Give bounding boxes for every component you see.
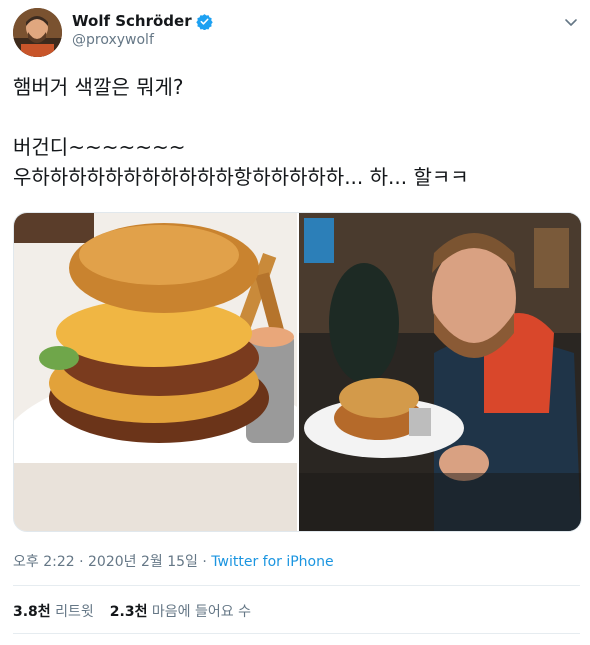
tweet-media[interactable] [13,212,582,532]
divider [13,585,580,586]
divider-bottom [13,633,580,634]
retweets-stat[interactable]: 3.8천 리트윗 [13,601,94,621]
retweets-count: 3.8천 [13,604,51,620]
tweet-source-link[interactable]: Twitter for iPhone [211,554,333,570]
retweets-label: 리트윗 [55,604,94,620]
meta-separator-2: · [202,554,207,570]
verified-badge-icon [195,13,213,30]
tweet-header: Wolf Schröder @proxywolf [13,6,583,58]
author-name-row[interactable]: Wolf Schröder [72,12,213,30]
tweet-text: 햄버거 색깔은 뭐게? 버건디~~~~~~~ 우하하하하하하하하하하하항하하하하… [13,75,469,189]
tweet-date[interactable]: 2020년 2월 15일 [88,554,198,570]
tweet-time[interactable]: 오후 2:22 [13,554,75,570]
meta-separator: · [79,554,84,570]
likes-stat[interactable]: 2.3천 마음에 들어요 수 [110,601,251,621]
author-handle[interactable]: @proxywolf [72,32,213,48]
tweet-meta: 오후 2:22 · 2020년 2월 15일 · Twitter for iPh… [13,551,334,571]
likes-label: 마음에 들어요 수 [151,604,251,620]
likes-count: 2.3천 [109,604,148,620]
man-with-burger-photo[interactable] [299,213,581,531]
burger-photo[interactable] [14,213,334,531]
tweet-stats: 3.8천 리트윗 2.3천 마음에 들어요 수 [13,601,251,621]
avatar[interactable] [13,8,62,57]
author-display-name[interactable]: Wolf Schröder [72,12,192,30]
chevron-down-icon[interactable] [563,14,579,30]
